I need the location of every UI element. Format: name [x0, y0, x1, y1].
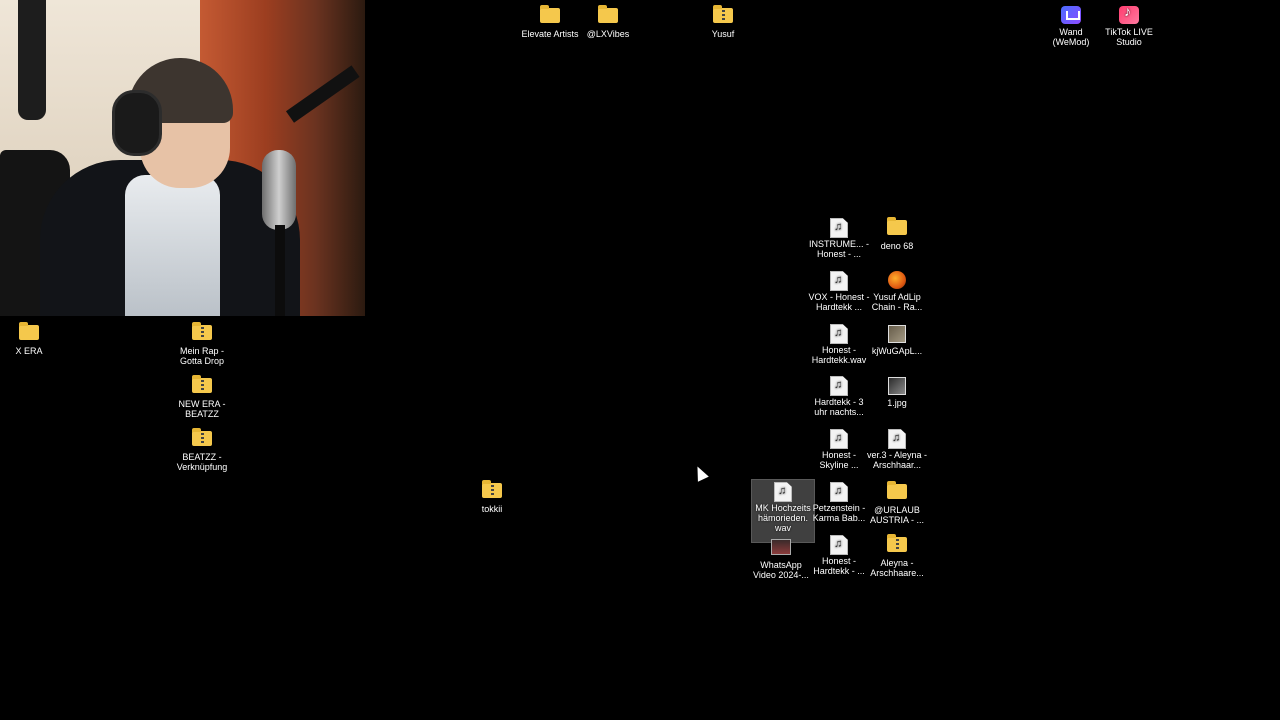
- desktop-icon-honest-hardtekk-wav[interactable]: Honest - Hardtekk.wav: [808, 324, 870, 365]
- desktop-icon-deno-68[interactable]: deno 68: [866, 217, 928, 251]
- desktop-icon-label: Petzenstein - Karma Bab...: [812, 503, 866, 523]
- desktop-icon-tiktok-live-studio[interactable]: TikTok LIVE Studio: [1098, 6, 1160, 47]
- desktop-icon-label: kjWuGApL...: [871, 346, 923, 356]
- folder-icon: [540, 5, 560, 23]
- desktop-icon-label: Mein Rap - Gotta Drop: [179, 346, 225, 366]
- audio-file-icon: [774, 482, 792, 502]
- desktop-icon-whatsapp-video[interactable]: WhatsApp Video 2024-...: [750, 537, 812, 580]
- wemod-app-icon: [1061, 6, 1081, 24]
- desktop-icon-label: WhatsApp Video 2024-...: [753, 560, 809, 580]
- desktop-icon-label: Honest - Hardtekk - ...: [813, 556, 865, 576]
- desktop-icon-tokkii[interactable]: tokkii: [461, 480, 523, 514]
- desktop-icon-label: @LXVibes: [586, 29, 630, 39]
- desktop-icon-label: Wand (WeMod): [1052, 27, 1090, 47]
- zip-folder-icon: [887, 534, 907, 552]
- folder-icon: [887, 481, 907, 499]
- mic-stand: [275, 225, 285, 316]
- desktop-icon-label: TikTok LIVE Studio: [1105, 27, 1153, 47]
- desktop-icon-elevate-artists[interactable]: Elevate Artists: [519, 5, 581, 39]
- desktop-icon-x-era[interactable]: X ERA: [0, 322, 60, 356]
- desktop-icon-label: Honest - Hardtekk.wav: [811, 345, 867, 365]
- zip-folder-icon: [192, 428, 212, 446]
- desktop-icon-label: MK Hochzeits hämorieden. wav: [755, 503, 811, 533]
- audio-file-icon: [830, 376, 848, 396]
- webcam-overlay: [0, 0, 365, 316]
- desktop-icon-1-jpg[interactable]: 1.jpg: [866, 376, 928, 408]
- image-file-icon: [888, 377, 906, 395]
- desktop-icon-lxvibes[interactable]: @LXVibes: [577, 5, 639, 39]
- desktop-icon-ver3-aleyna[interactable]: ver.3 - Aleyna - Arschhaar...: [866, 429, 928, 470]
- image-file-icon: [888, 325, 906, 343]
- desktop-icon-label: ver.3 - Aleyna - Arschhaar...: [866, 450, 928, 470]
- desktop-icon-label: NEW ERA - BEATZZ: [178, 399, 226, 419]
- mouse-cursor-icon: [692, 463, 709, 482]
- video-file-icon: [771, 539, 791, 555]
- desktop-icon-label: INSTRUME... - Honest - ...: [809, 239, 869, 259]
- desktop-icon-label: Aleyna - Arschhaare...: [870, 558, 924, 578]
- zip-folder-icon: [192, 322, 212, 340]
- desktop-icon-urlaub-austria[interactable]: @URLAUB AUSTRIA - ...: [866, 481, 928, 525]
- audio-file-icon: [830, 429, 848, 449]
- desktop-icon-label: Hardtekk - 3 uhr nachts...: [814, 397, 864, 417]
- desktop-icon-label: tokkii: [481, 504, 503, 514]
- zip-folder-icon: [713, 5, 733, 23]
- desktop-icon-vox-honest[interactable]: VOX - Honest - Hardtekk ...: [808, 271, 870, 312]
- desktop-icon-kjwugapl[interactable]: kjWuGApL...: [866, 324, 928, 356]
- audio-file-icon: [830, 324, 848, 344]
- desktop-icon-label: Elevate Artists: [521, 29, 579, 39]
- desktop-icon-mein-rap[interactable]: Mein Rap - Gotta Drop: [171, 322, 233, 366]
- desktop-icon-label: Yusuf: [711, 29, 735, 39]
- desktop-icon-hardtekk-3-uhr[interactable]: Hardtekk - 3 uhr nachts...: [808, 376, 870, 417]
- desktop-icon-yusuf[interactable]: Yusuf: [692, 5, 754, 39]
- desktop-icon-label: 1.jpg: [887, 398, 907, 408]
- headphones-icon: [112, 90, 162, 156]
- desktop-icon-label: BEATZZ - Verknüpfung: [176, 452, 228, 472]
- desktop-icon-label: deno 68: [880, 241, 914, 251]
- audio-file-icon: [830, 535, 848, 555]
- folder-icon: [887, 217, 907, 235]
- desktop-icon-new-era-beatzz[interactable]: NEW ERA - BEATZZ: [171, 375, 233, 419]
- zip-folder-icon: [192, 375, 212, 393]
- webcam-coat: [18, 0, 46, 120]
- webcam-person-shirt: [125, 175, 220, 316]
- folder-icon: [19, 322, 39, 340]
- desktop-icon-wemod[interactable]: Wand (WeMod): [1040, 6, 1102, 47]
- desktop-icon-beatzz-shortcut[interactable]: BEATZZ - Verknüpfung: [171, 428, 233, 472]
- tiktok-app-icon: [1119, 6, 1139, 24]
- audio-file-icon: [830, 218, 848, 238]
- audio-file-icon: [888, 429, 906, 449]
- folder-icon: [598, 5, 618, 23]
- desktop-icon-aleyna-arschhaare[interactable]: Aleyna - Arschhaare...: [866, 534, 928, 578]
- desktop-icon-label: @URLAUB AUSTRIA - ...: [869, 505, 924, 525]
- desktop-icon-mk-hochzeits[interactable]: MK Hochzeits hämorieden. wav: [751, 479, 815, 543]
- desktop-icon-label: X ERA: [15, 346, 43, 356]
- desktop-icon-honest-skyline[interactable]: Honest - Skyline ...: [808, 429, 870, 470]
- desktop-icon-label: Honest - Skyline ...: [819, 450, 859, 470]
- microphone-icon: [262, 150, 296, 230]
- desktop-icon-petzenstein-karma[interactable]: Petzenstein - Karma Bab...: [808, 482, 870, 523]
- desktop-icon-label: Yusuf AdLip Chain - Ra...: [871, 292, 923, 312]
- audio-file-icon: [830, 482, 848, 502]
- desktop-icon-instrumental-honest[interactable]: INSTRUME... - Honest - ...: [808, 218, 870, 259]
- audio-file-icon: [830, 271, 848, 291]
- fl-studio-file-icon: [888, 271, 906, 289]
- desktop-icon-label: VOX - Honest - Hardtekk ...: [808, 292, 870, 312]
- desktop-icon-yusuf-adlip-chain[interactable]: Yusuf AdLip Chain - Ra...: [866, 271, 928, 312]
- desktop-icon-honest-hardtekk[interactable]: Honest - Hardtekk - ...: [808, 535, 870, 576]
- zip-folder-icon: [482, 480, 502, 498]
